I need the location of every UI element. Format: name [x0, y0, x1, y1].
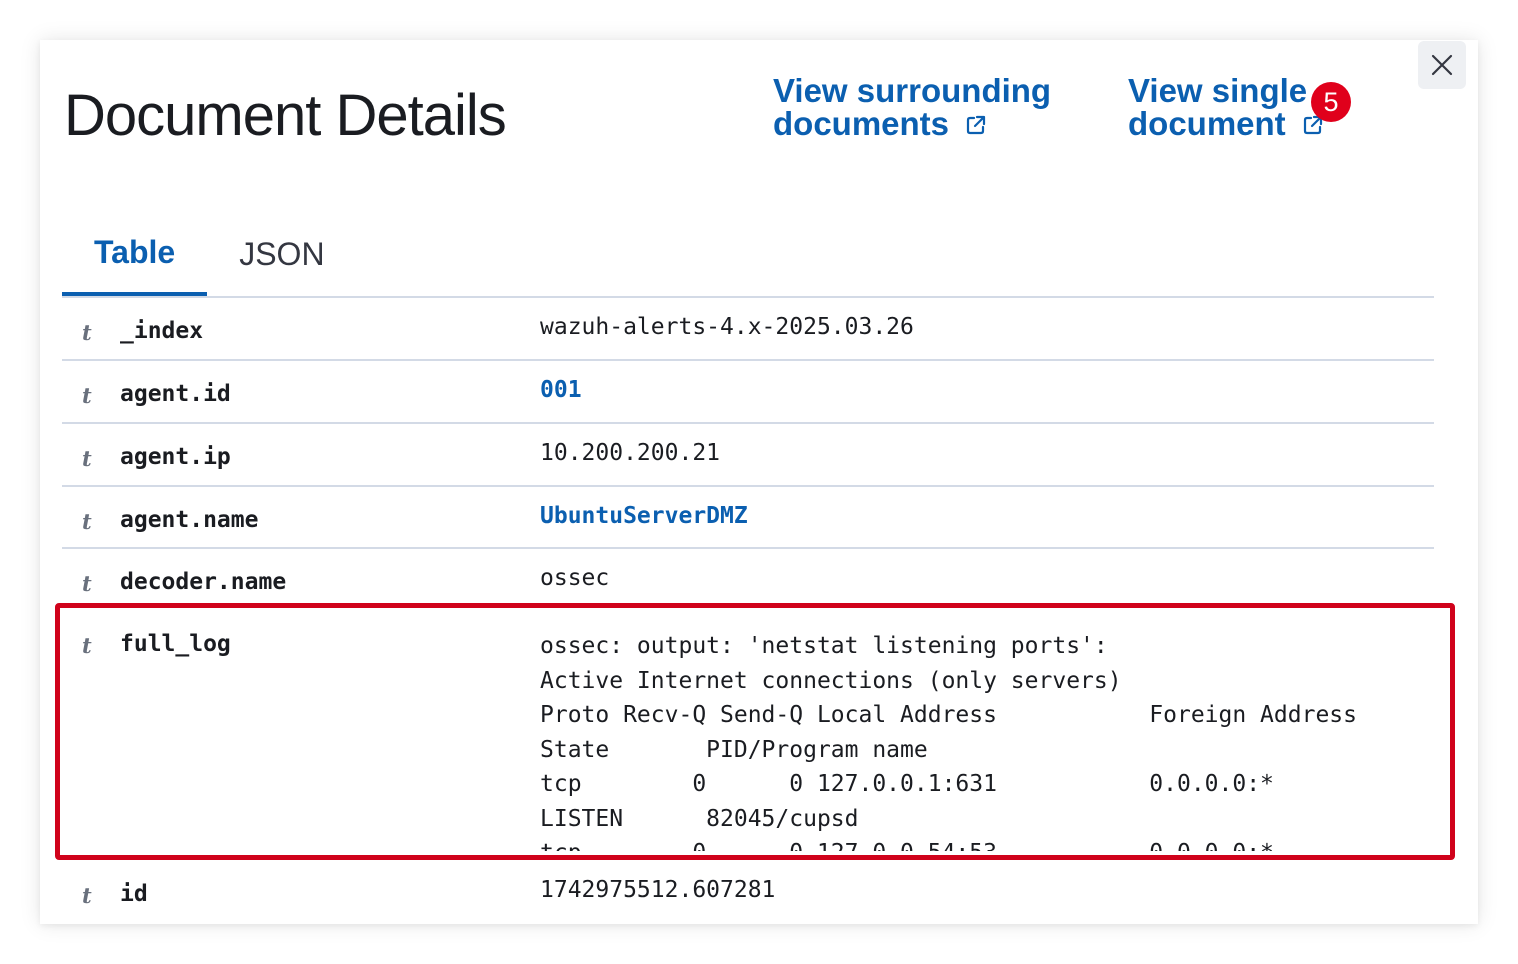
field-name: agent.name: [120, 507, 259, 533]
link-label-line1: View surrounding: [773, 72, 1052, 109]
string-type-icon: t: [82, 320, 92, 345]
close-button[interactable]: [1418, 41, 1466, 89]
field-name: _index: [120, 318, 204, 344]
tab-bar: Table JSON: [62, 212, 1434, 298]
close-icon: [1431, 54, 1453, 76]
table-row-id: t id 1742975512.607281: [62, 861, 1434, 924]
string-type-icon: t: [82, 633, 92, 658]
link-label-line2: documents: [773, 105, 950, 142]
table-row-agent-ip: t agent.ip 10.200.200.21: [62, 424, 1434, 487]
link-label-line1: View single: [1128, 72, 1308, 109]
full-log-value[interactable]: ossec: output: 'netstat listening ports'…: [540, 629, 1420, 851]
table-row-agent-id: t agent.id 001: [62, 361, 1434, 424]
field-value: wazuh-alerts-4.x-2025.03.26: [540, 314, 914, 340]
string-type-icon: t: [82, 446, 92, 471]
tab-json[interactable]: JSON: [207, 212, 356, 296]
full-log-text: ossec: output: 'netstat listening ports'…: [540, 633, 1357, 851]
agent-name-link[interactable]: UbuntuServerDMZ: [540, 503, 748, 529]
field-name: agent.id: [120, 381, 231, 407]
field-name: agent.ip: [120, 444, 231, 470]
view-surrounding-documents-link[interactable]: View surrounding documents: [773, 74, 1051, 140]
string-type-icon: t: [82, 571, 92, 596]
string-type-icon: t: [82, 383, 92, 408]
field-value: 10.200.200.21: [540, 440, 721, 466]
field-value: 1742975512.607281: [540, 877, 776, 903]
tab-table[interactable]: Table: [62, 212, 208, 296]
table-row-index: t _index wazuh-alerts-4.x-2025.03.26: [62, 298, 1434, 361]
document-details-flyout: Document Details View surrounding docume…: [40, 40, 1478, 924]
agent-id-link[interactable]: 001: [540, 377, 582, 403]
annotation-badge: 5: [1311, 82, 1351, 122]
table-row-full-log: t full_log ossec: output: 'netstat liste…: [62, 611, 1434, 861]
field-name: id: [120, 881, 148, 907]
string-type-icon: t: [82, 883, 92, 908]
field-name: decoder.name: [120, 569, 287, 595]
page-title: Document Details: [64, 83, 507, 148]
string-type-icon: t: [82, 509, 92, 534]
field-name: full_log: [120, 631, 231, 657]
table-row-agent-name: t agent.name UbuntuServerDMZ: [62, 487, 1434, 549]
view-single-document-link[interactable]: View single document: [1128, 74, 1325, 140]
external-link-icon: [967, 115, 986, 135]
field-value: ossec: [540, 565, 610, 591]
table-row-decoder-name: t decoder.name ossec: [62, 549, 1434, 611]
link-label-line2: document: [1128, 105, 1286, 142]
